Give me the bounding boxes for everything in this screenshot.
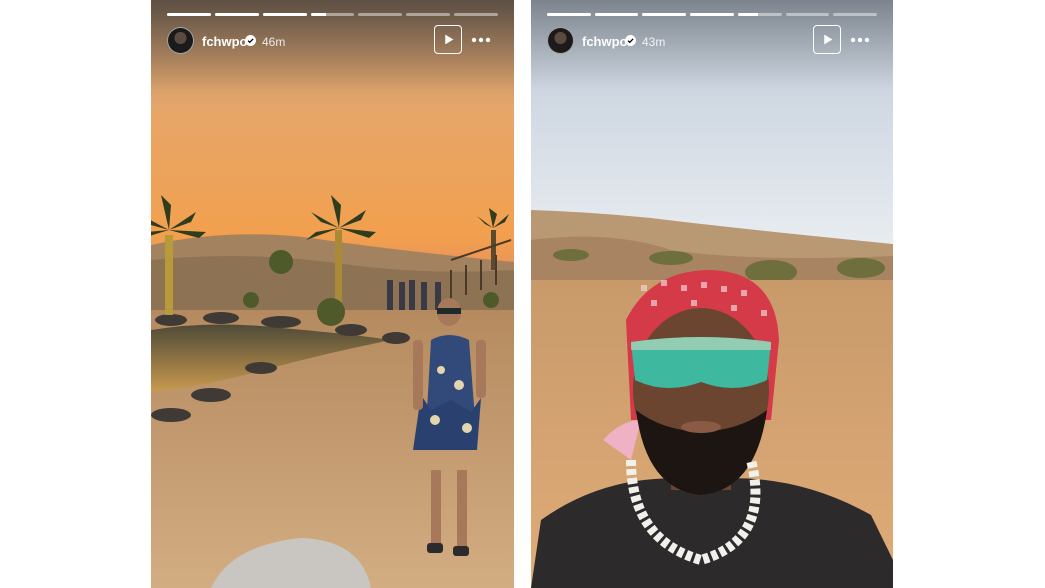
progress-segment	[262, 13, 307, 16]
more-options-button[interactable]	[470, 32, 492, 48]
play-button[interactable]	[813, 25, 841, 54]
story-time: 46m	[262, 35, 286, 49]
story-progress-bar	[547, 13, 878, 16]
story-time: 43m	[642, 35, 666, 49]
play-icon	[444, 34, 453, 45]
username[interactable]: fchwpo	[582, 34, 628, 49]
more-options-button[interactable]	[849, 32, 871, 48]
avatar[interactable]	[547, 27, 574, 54]
progress-segment	[406, 13, 451, 16]
progress-segment	[690, 13, 734, 16]
progress-segment	[785, 13, 830, 16]
verified-badge-icon	[245, 35, 256, 46]
progress-segment	[167, 13, 211, 16]
progress-segment	[310, 13, 355, 16]
play-icon	[823, 34, 832, 45]
progress-segment	[454, 13, 499, 16]
progress-segment	[358, 13, 403, 16]
verified-badge-icon	[625, 35, 636, 46]
play-button[interactable]	[434, 25, 462, 54]
progress-segment	[214, 13, 259, 16]
progress-segment	[833, 13, 878, 16]
story-panel-2[interactable]: fchwpo 43m	[531, 0, 893, 588]
username[interactable]: fchwpo	[202, 34, 248, 49]
progress-segment	[594, 13, 639, 16]
story-panel-1[interactable]: fchwpo 46m	[151, 0, 514, 588]
progress-segment	[547, 13, 591, 16]
progress-segment	[642, 13, 687, 16]
progress-segment	[737, 13, 782, 16]
more-icon	[850, 37, 870, 43]
story-progress-bar	[167, 13, 499, 16]
avatar[interactable]	[167, 27, 194, 54]
more-icon	[471, 37, 491, 43]
